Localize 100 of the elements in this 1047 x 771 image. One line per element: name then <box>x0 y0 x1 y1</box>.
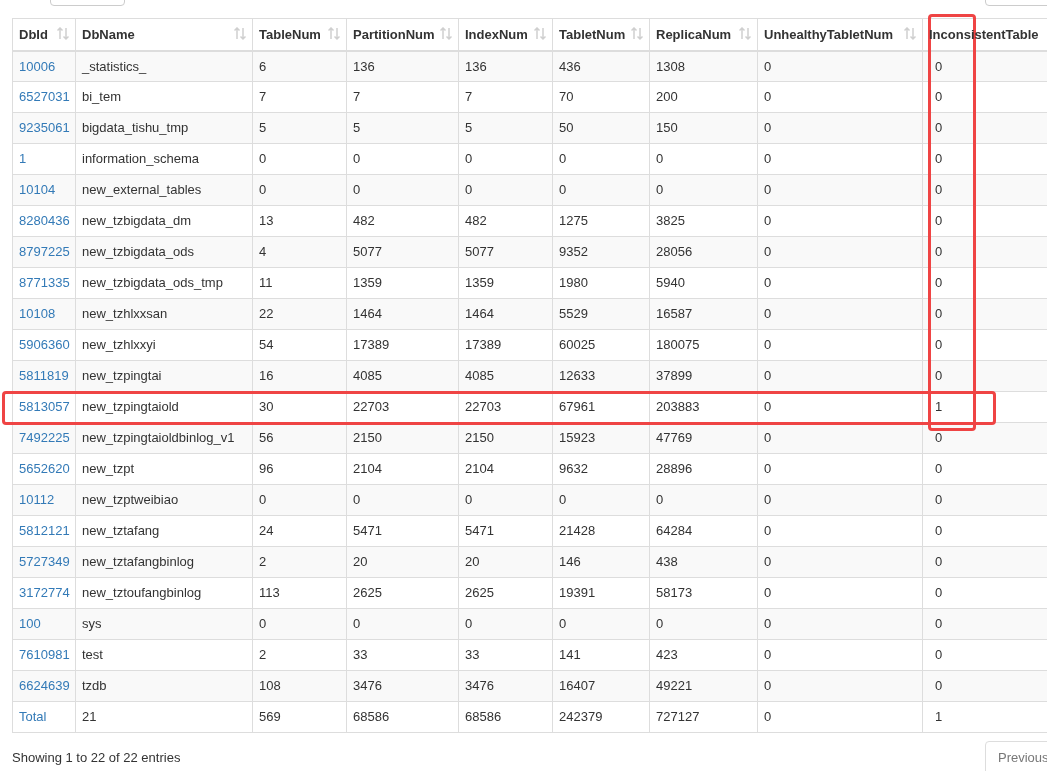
table-cell: new_tztafang <box>82 523 160 539</box>
table-cell: 21 <box>82 709 97 725</box>
table-cell: new_tzpingtaiold <box>82 399 179 415</box>
table-cell: 0 <box>559 182 567 198</box>
table-cell: 0 <box>764 244 772 260</box>
table-cell: 5077 <box>353 244 382 260</box>
table-cell: 0 <box>559 616 567 632</box>
table-cell: 0 <box>259 616 267 632</box>
table-cell: 136 <box>353 58 375 74</box>
table-cell: 5 <box>259 120 267 136</box>
table-cell: 2 <box>259 647 267 663</box>
table-cell: 569 <box>259 709 281 725</box>
table-cell: 15923 <box>559 430 596 446</box>
table-cell: 438 <box>656 554 678 570</box>
table-cell: bi_tem <box>82 89 122 105</box>
table-cell: 5 <box>465 120 473 136</box>
table-cell: information_schema <box>82 151 200 167</box>
table-cell: 0 <box>764 399 772 415</box>
table-cell: 16587 <box>656 306 693 322</box>
table-cell: 0 <box>764 554 772 570</box>
table-cell: 0 <box>935 647 943 663</box>
table-cell: 482 <box>465 213 487 229</box>
table-cell: 28056 <box>656 244 693 260</box>
table-cell: test <box>82 647 103 663</box>
table-cell: 4 <box>259 244 267 260</box>
table-cell: 5940 <box>656 275 685 291</box>
table-cell: 0 <box>259 492 267 508</box>
table-cell: 54 <box>259 337 274 353</box>
table-cell: 0 <box>764 120 772 136</box>
table-cell: 2 <box>259 554 267 570</box>
table-cell: new_tztafangbinlog <box>82 554 195 570</box>
table-cell: 1464 <box>465 306 494 322</box>
table-cell: 17389 <box>465 337 502 353</box>
table-cell: new_tzbigdata_ods <box>82 244 195 260</box>
table-cell: new_tzhlxxyi <box>82 337 156 353</box>
table-cell: 1359 <box>353 275 382 291</box>
table-cell: 203883 <box>656 399 700 415</box>
sort-icon <box>328 27 340 42</box>
table-cell: tzdb <box>82 678 107 694</box>
column-header[interactable]: DbName <box>75 18 253 51</box>
table-cell: 0 <box>764 306 772 322</box>
table-cell: new_tzbigdata_ods_tmp <box>82 275 223 291</box>
table-cell: 0 <box>353 182 361 198</box>
table-cell: 9632 <box>559 461 588 477</box>
table-cell: 1464 <box>353 306 382 322</box>
table-cell: 1 <box>935 709 943 725</box>
column-header[interactable]: TableNum <box>252 18 347 51</box>
table-cell: 11 <box>259 275 273 291</box>
table-cell: 200 <box>656 89 678 105</box>
table-cell: 4085 <box>353 368 382 384</box>
table-cell: 19391 <box>559 585 596 601</box>
table-cell: 0 <box>935 585 943 601</box>
column-header[interactable]: ReplicaNum <box>649 18 758 51</box>
table-cell: 3476 <box>353 678 382 694</box>
table-cell: 2625 <box>465 585 494 601</box>
table-cell: 5529 <box>559 306 588 322</box>
database-id-link[interactable]: 100 <box>19 616 41 632</box>
column-header[interactable]: PartitionNum <box>346 18 459 51</box>
table-cell: 30 <box>259 399 274 415</box>
table-cell: 0 <box>656 182 664 198</box>
table-cell: 0 <box>935 678 943 694</box>
column-header[interactable]: DbId <box>12 18 76 51</box>
table-cell: 33 <box>353 647 368 663</box>
table-cell: 108 <box>259 678 281 694</box>
table-cell: 0 <box>764 58 772 74</box>
table-cell: 180075 <box>656 337 700 353</box>
table-cell: 0 <box>935 89 943 105</box>
table-cell: 150 <box>656 120 678 136</box>
table-cell: 0 <box>764 89 772 105</box>
table-cell: 7 <box>353 89 361 105</box>
table-cell: 64284 <box>656 523 693 539</box>
table-cell: 242379 <box>559 709 603 725</box>
column-header[interactable]: IndexNum <box>458 18 553 51</box>
table-cell: new_tzpingtaioldbinlog_v1 <box>82 430 235 446</box>
table-cell: 24 <box>259 523 274 539</box>
table-cell: 12633 <box>559 368 596 384</box>
table-cell: 0 <box>935 523 943 539</box>
table-cell: 5471 <box>465 523 494 539</box>
sort-icon <box>631 27 643 42</box>
table-cell: 0 <box>935 213 943 229</box>
column-header[interactable]: UnhealthyTabletNum <box>757 18 923 51</box>
table-cell: 68586 <box>353 709 390 725</box>
table-cell: 727127 <box>656 709 700 725</box>
table-cell: 0 <box>935 151 943 167</box>
sort-icon <box>739 27 751 42</box>
table-cell: 5 <box>353 120 361 136</box>
table-cell: 0 <box>559 151 567 167</box>
table-cell: 2104 <box>353 461 382 477</box>
table-cell: 0 <box>764 213 772 229</box>
table-cell: 49221 <box>656 678 693 694</box>
database-id-link[interactable]: 1 <box>19 151 27 167</box>
column-header[interactable]: TabletNum <box>552 18 650 51</box>
table-cell: 0 <box>465 492 473 508</box>
table-cell: 0 <box>764 461 772 477</box>
table-cell: 0 <box>935 554 943 570</box>
table-cell: 1 <box>935 399 943 415</box>
table-cell: 3476 <box>465 678 494 694</box>
table-cell: 0 <box>764 368 772 384</box>
table-cell: 0 <box>935 368 943 384</box>
sort-icon <box>904 27 916 42</box>
